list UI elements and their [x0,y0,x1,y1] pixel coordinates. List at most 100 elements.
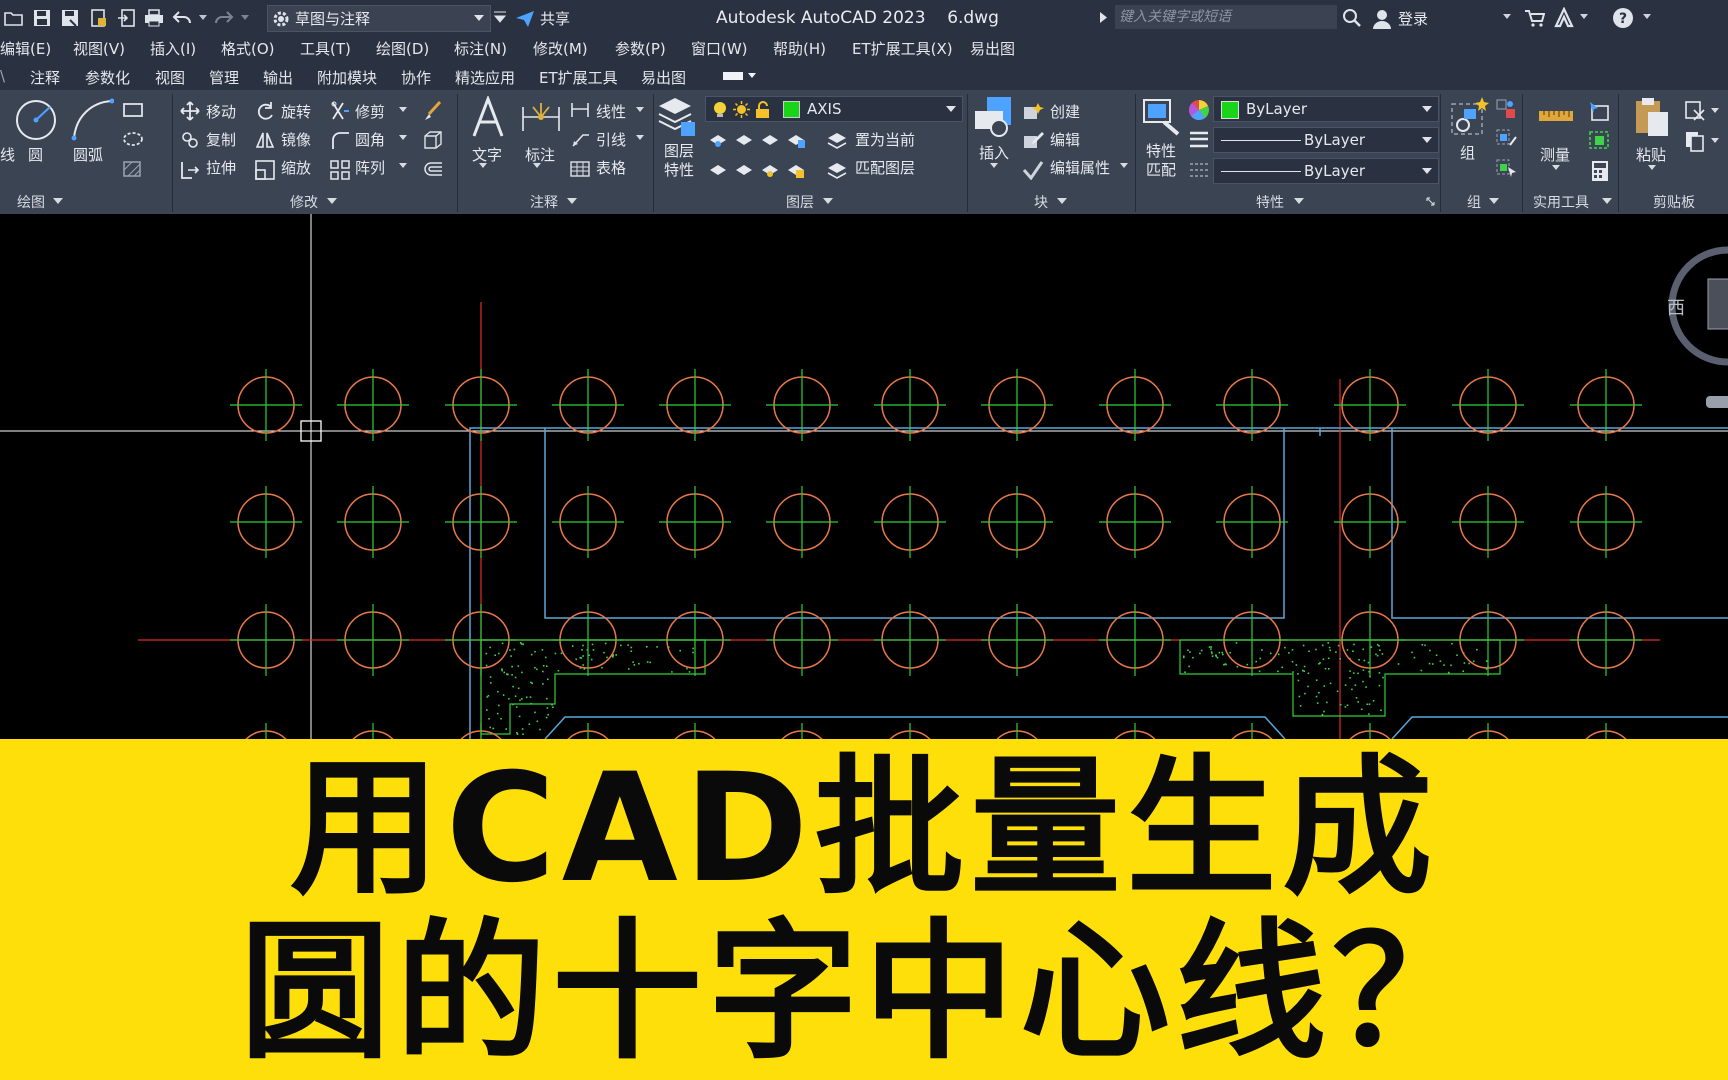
dialog-launcher-icon[interactable] [1426,197,1435,206]
chevron-down-icon[interactable] [1711,108,1719,114]
color-wheel-icon[interactable] [1188,99,1210,121]
chevron-down-icon[interactable] [823,198,833,205]
insert-label[interactable]: 插入 [979,142,1009,163]
drawing-canvas[interactable]: 西 [0,214,1728,739]
set-current-button[interactable]: 置为当前 [855,129,915,150]
chevron-down-icon[interactable] [399,163,407,169]
tab-yichutu[interactable]: 易出图 [641,67,686,88]
paste-icon[interactable] [1632,96,1672,138]
tab-addins[interactable]: 附加模块 [317,67,377,88]
arrow-right-icon[interactable] [1100,12,1107,23]
menu-format[interactable]: 格式(O) [221,38,275,59]
measure-label[interactable]: 测量 [1540,144,1570,165]
panel-properties-label[interactable]: 特性 [1256,192,1284,212]
group-icon[interactable] [1448,96,1490,138]
stretch-button[interactable]: 拉伸 [206,157,236,178]
lineweight-dropdown[interactable]: ByLayer [1213,127,1439,153]
menu-view[interactable]: 视图(V) [73,38,125,59]
chevron-down-icon[interactable] [1552,165,1560,171]
text-tool-icon[interactable] [470,96,506,138]
autodesk-a360-icon[interactable] [1553,7,1575,29]
chevron-down-icon[interactable] [1489,198,1499,205]
layer-dropdown[interactable]: AXIS [705,96,963,122]
menu-dimension[interactable]: 标注(N) [454,38,507,59]
chevron-down-icon[interactable] [1648,165,1656,171]
panel-layers-label[interactable]: 图层 [786,192,814,212]
edit-block-button[interactable]: 编辑 [1050,129,1080,150]
mirror-button[interactable]: 镜像 [281,129,311,150]
chevron-down-icon[interactable] [479,163,487,169]
tab-scroll-fragment[interactable]: \ [0,67,5,85]
publish-icon[interactable] [87,7,109,29]
panel-block-label[interactable]: 块 [1034,192,1048,212]
chevron-down-icon[interactable] [399,107,407,113]
panel-modify-label[interactable]: 修改 [290,192,318,212]
chevron-down-icon[interactable] [567,198,577,205]
group-select-icon[interactable] [1496,159,1518,179]
tab-output[interactable]: 输出 [263,67,293,88]
select-all-icon[interactable] [1588,130,1612,152]
menu-window[interactable]: 窗口(W) [691,38,748,59]
tab-manage[interactable]: 管理 [209,67,239,88]
chevron-down-icon[interactable] [1294,198,1304,205]
menu-modify[interactable]: 修改(M) [533,38,588,59]
layer-tools-row-2[interactable] [708,160,818,180]
text-label[interactable]: 文字 [472,144,502,165]
menu-insert[interactable]: 插入(I) [150,38,196,59]
erase-brush-icon[interactable] [422,100,444,122]
tab-et-tools[interactable]: ET扩展工具 [539,67,618,88]
chevron-down-icon[interactable] [399,135,407,141]
plot-icon[interactable] [143,7,165,29]
menu-yichutu[interactable]: 易出图 [970,38,1015,59]
save-as-icon[interactable] [59,7,81,29]
viewcube-direction-label[interactable]: 西 [1667,294,1685,320]
chevron-down-icon[interactable] [1602,198,1612,205]
linetype-dropdown[interactable]: ByLayer [1213,158,1439,184]
undo-icon[interactable] [171,7,193,29]
chevron-down-icon[interactable] [636,107,644,113]
arc-tool-icon[interactable] [70,98,114,142]
color-dropdown[interactable]: ByLayer [1213,96,1439,122]
rotate-button[interactable]: 旋转 [281,101,311,122]
quick-select-icon[interactable] [1588,100,1612,122]
circle-label[interactable]: 圆 [28,144,43,165]
ungroup-icon[interactable] [1496,99,1518,119]
edit-attributes-button[interactable]: 编辑属性 [1050,157,1110,178]
ellipse-icon[interactable] [122,130,144,148]
panel-annotation-label[interactable]: 注释 [530,192,558,212]
search-icon[interactable] [1342,8,1362,28]
chevron-down-icon[interactable] [533,163,541,169]
redo-dropdown-icon[interactable] [241,7,249,29]
export-icon[interactable] [115,7,137,29]
tab-featured-apps[interactable]: 精选应用 [455,67,515,88]
group-label[interactable]: 组 [1460,142,1475,163]
measure-icon[interactable] [1538,106,1574,126]
chevron-down-icon[interactable] [1503,14,1511,20]
help-icon[interactable]: ? [1612,7,1634,29]
undo-dropdown-icon[interactable] [199,7,207,29]
panel-utilities-label[interactable]: 实用工具 [1533,192,1589,212]
tab-view[interactable]: 视图 [155,67,185,88]
chevron-down-icon[interactable] [1711,138,1719,144]
match-layer-button[interactable]: 匹配图层 [855,157,915,178]
match-properties-label[interactable]: 特性 匹配 [1146,142,1176,180]
search-input[interactable]: 键入关键字或短语 [1115,5,1337,29]
panel-draw-label[interactable]: 绘图 [17,192,45,212]
menu-tools[interactable]: 工具(T) [300,38,351,59]
menu-help[interactable]: 帮助(H) [773,38,826,59]
panel-clipboard-label[interactable]: 剪贴板 [1653,192,1695,212]
menu-parametric[interactable]: 参数(P) [615,38,666,59]
layer-properties-icon[interactable] [657,96,697,138]
calculator-icon[interactable] [1590,160,1610,182]
linetype-icon[interactable] [1189,160,1209,180]
open-icon[interactable] [3,7,25,29]
share-button[interactable]: 共享 [516,8,570,29]
menu-draw[interactable]: 绘图(D) [376,38,429,59]
trim-button[interactable]: 修剪 [355,101,385,122]
drawing-svg[interactable] [0,214,1728,739]
table-button[interactable]: 表格 [596,157,626,178]
workspace-selector[interactable]: 草图与注释 [267,5,491,32]
chevron-down-icon[interactable] [636,135,644,141]
move-button[interactable]: 移动 [206,101,236,122]
layer-properties-label[interactable]: 图层 特性 [664,142,694,180]
